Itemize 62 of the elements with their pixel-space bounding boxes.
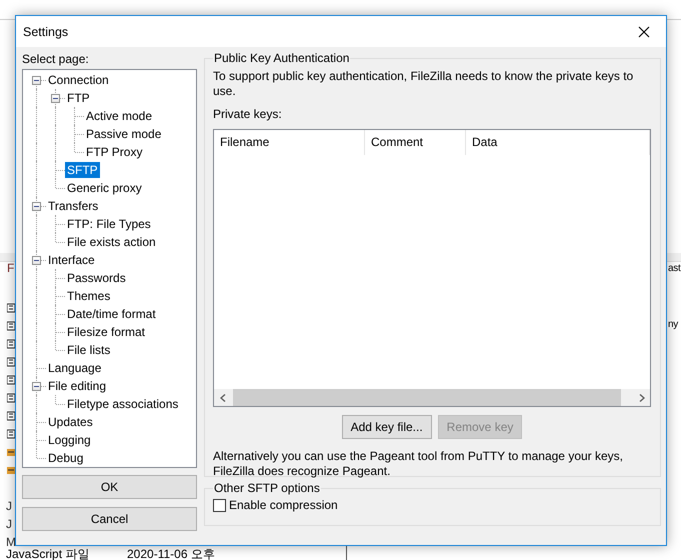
- tree-item[interactable]: Active mode: [84, 108, 154, 124]
- column-header[interactable]: Comment: [365, 130, 466, 155]
- tree-item[interactable]: Connection: [46, 72, 111, 88]
- tree-item[interactable]: File lists: [65, 342, 112, 358]
- tree-item[interactable]: Filesize format: [65, 324, 148, 340]
- collapse-icon[interactable]: [32, 76, 41, 85]
- dialog-button[interactable]: OK: [22, 475, 197, 499]
- tree-item[interactable]: FTP: [65, 90, 92, 106]
- column-text: ny: [668, 319, 678, 330]
- file-icon: [7, 429, 15, 439]
- file-icon: [7, 339, 15, 349]
- collapse-icon[interactable]: [32, 202, 41, 211]
- file-name: J: [6, 499, 12, 513]
- tree-item[interactable]: File editing: [46, 378, 108, 394]
- tree-item[interactable]: FTP: File Types: [65, 216, 153, 232]
- tree-item[interactable]: Interface: [46, 252, 97, 268]
- window-title: Settings: [23, 24, 68, 38]
- collapse-icon[interactable]: [32, 256, 41, 265]
- dialog-button[interactable]: Cancel: [22, 507, 197, 531]
- tree-item[interactable]: Passive mode: [84, 126, 164, 142]
- description-text: To support public key authentication, FileZilla needs to know the private keys to use.: [213, 69, 634, 99]
- file-date: 2020-11-06 오후: [127, 546, 215, 560]
- file-icon: [7, 393, 15, 403]
- group-title: Public Key Authentication: [213, 51, 350, 65]
- key-list[interactable]: Filename Comment Data: [213, 129, 651, 407]
- tree-item[interactable]: FTP Proxy: [84, 144, 144, 160]
- file-icon: [7, 465, 15, 475]
- tree-item[interactable]: Debug: [46, 450, 86, 466]
- file-icon: [7, 447, 15, 457]
- file-icon: [7, 357, 15, 367]
- checkbox[interactable]: [213, 498, 226, 512]
- pageant-note: Alternatively you can use the Pageant tool from PuTTY to manage your keys, FileZilla does recognize Pageant.: [213, 449, 624, 479]
- column-header[interactable]: F: [7, 261, 14, 275]
- column-header[interactable]: Data: [466, 130, 650, 155]
- tree-item[interactable]: SFTP: [65, 162, 100, 178]
- column-text: ast: [668, 263, 680, 274]
- tree-item[interactable]: Transfers: [46, 198, 100, 214]
- horizontal-scrollbar[interactable]: [214, 389, 650, 406]
- collapse-icon[interactable]: [51, 94, 60, 103]
- tree-item[interactable]: Themes: [65, 288, 112, 304]
- checkbox-label[interactable]: Enable compression: [229, 498, 338, 512]
- tree-item[interactable]: Passwords: [65, 270, 128, 286]
- tree-item[interactable]: Updates: [46, 414, 95, 430]
- tree-item[interactable]: Logging: [46, 432, 93, 448]
- tree-item[interactable]: Generic proxy: [65, 180, 144, 196]
- group-title: Other SFTP options: [213, 481, 321, 495]
- file-icon: [7, 411, 15, 421]
- tree-item[interactable]: File exists action: [65, 234, 158, 250]
- file-icon: [7, 375, 15, 385]
- close-icon: [638, 26, 650, 38]
- column-header[interactable]: Filename: [214, 130, 365, 155]
- select-page-label: Select page:: [22, 52, 90, 68]
- file-name: J: [6, 517, 12, 531]
- tree-item[interactable]: Filetype associations: [65, 396, 180, 412]
- collapse-icon[interactable]: [32, 382, 41, 391]
- tree-item[interactable]: Language: [46, 360, 104, 376]
- file-icon: [7, 321, 15, 331]
- file-icon: [7, 303, 15, 313]
- key-button[interactable]: Add key file...: [342, 415, 432, 439]
- tree-item[interactable]: Date/time format: [65, 306, 158, 322]
- file-name: M: [6, 535, 16, 549]
- private-keys-label: Private keys:: [213, 107, 283, 122]
